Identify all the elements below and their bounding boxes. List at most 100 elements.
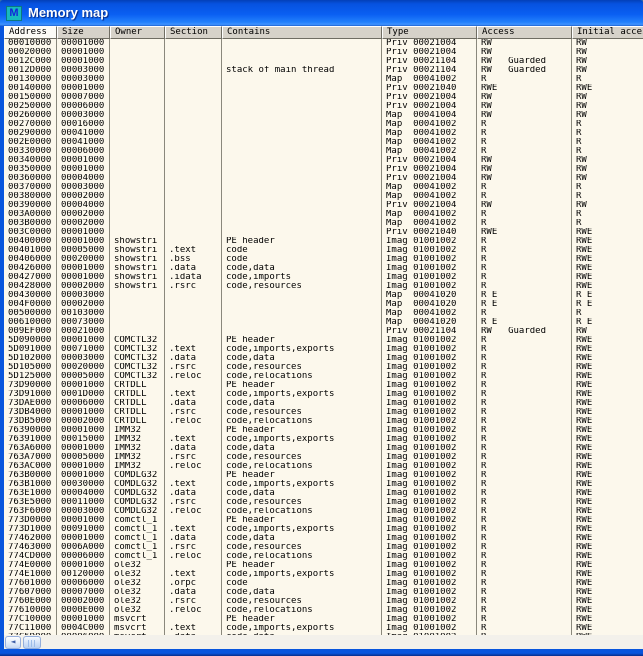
table-row[interactable]: 5D09100000071000COMCTL32.textcode,import…	[4, 345, 643, 354]
cell-owner	[110, 93, 165, 102]
table-row[interactable]: 7760E00000002000ole32.rsrccode,resources…	[4, 597, 643, 606]
cell-owner: COMCTL32	[110, 354, 165, 363]
table-row[interactable]: 0026000000003000Map 00041004RWRW	[4, 111, 643, 120]
column-header-access[interactable]: Access	[477, 26, 572, 39]
cell-owner: comctl_1	[110, 516, 165, 525]
table-row[interactable]: 5D10500000020000COMCTL32.rsrccode,resour…	[4, 363, 643, 372]
table-row[interactable]: 73DAE00000006000CRTDLL.datacode,dataImag…	[4, 399, 643, 408]
table-row[interactable]: 77C110000004C000msvcrt.textcode,imports,…	[4, 624, 643, 633]
table-row[interactable]: 0012C00000001000Priv 00021104RW GuardedR…	[4, 57, 643, 66]
table-row[interactable]: 0043000000003000Map 00041020R ER E	[4, 291, 643, 300]
table-row[interactable]: 763B100000030000COMDLG32.textcode,import…	[4, 480, 643, 489]
cell-owner: comctl_1	[110, 543, 165, 552]
table-row[interactable]: 009EF00000021000Priv 00021104RW GuardedR…	[4, 327, 643, 336]
cell-access: R	[477, 615, 572, 624]
table-row[interactable]: 0035000000001000Priv 00021004RWRW	[4, 165, 643, 174]
cell-owner: ole32	[110, 606, 165, 615]
table-row[interactable]: 73DB400000001000CRTDLL.rsrccode,resource…	[4, 408, 643, 417]
cell-initial-access: RWE	[572, 417, 643, 426]
cell-initial-access: R E	[572, 291, 643, 300]
table-row[interactable]: 0042800000002000showstri.rsrccode,resour…	[4, 282, 643, 291]
table-row[interactable]: 003C000000001000Priv 00021040RWERWE	[4, 228, 643, 237]
cell-initial-access: RWE	[572, 516, 643, 525]
table-row[interactable]: 0036000000004000Priv 00021004RWRW	[4, 174, 643, 183]
table-row[interactable]: 002E000000041000Map 00041002RR	[4, 138, 643, 147]
cell-address: 003B0000	[4, 219, 57, 228]
table-row[interactable]: 73DB500000002000CRTDLL.reloccode,relocat…	[4, 417, 643, 426]
table-row[interactable]: 5D12500000005000COMCTL32.reloccode,reloc…	[4, 372, 643, 381]
table-row[interactable]: 0027000000016000Map 00041002RR	[4, 120, 643, 129]
table-row[interactable]: 0001000000001000Priv 00021004RWRW	[4, 39, 643, 48]
table-row[interactable]: 0015000000007000Priv 00021004RWRW	[4, 93, 643, 102]
table-row[interactable]: 004F000000002000Map 00041020R ER E	[4, 300, 643, 309]
cell-contains: PE header	[222, 426, 382, 435]
scroll-left-button[interactable]: ◄	[5, 636, 21, 649]
cell-access: R	[477, 363, 572, 372]
table-row[interactable]: 7760100000006000ole32.orpccodeImag 01001…	[4, 579, 643, 588]
table-row[interactable]: 7746200000001000comctl_1.datacode,dataIm…	[4, 534, 643, 543]
cell-address: 0012D000	[4, 66, 57, 75]
table-row[interactable]: 0034000000001000Priv 00021004RWRW	[4, 156, 643, 165]
table-row[interactable]: 0037000000003000Map 00041002RR	[4, 183, 643, 192]
table-row[interactable]: 763B000000001000COMDLG32PE headerImag 01…	[4, 471, 643, 480]
cell-initial-access: RWE	[572, 489, 643, 498]
table-row[interactable]: 763AC00000001000IMM32.reloccode,relocati…	[4, 462, 643, 471]
table-row[interactable]: 77C1000000001000msvcrtPE headerImag 0100…	[4, 615, 643, 624]
table-row[interactable]: 763F600000003000COMDLG32.reloccode,reloc…	[4, 507, 643, 516]
table-row[interactable]: 763E100000004000COMDLG32.datacode,dataIm…	[4, 489, 643, 498]
cell-owner: IMM32	[110, 444, 165, 453]
table-row[interactable]: 0029000000041000Map 00041002RR	[4, 129, 643, 138]
table-row[interactable]: 0002000000001000Priv 00021004RWRW	[4, 48, 643, 57]
table-row[interactable]: 003A000000002000Map 00041002RR	[4, 210, 643, 219]
column-header-contains[interactable]: Contains	[222, 26, 382, 39]
table-row[interactable]: 763A700000005000IMM32.rsrccode,resources…	[4, 453, 643, 462]
table-row[interactable]: 774630000006A000comctl_1.rsrccode,resour…	[4, 543, 643, 552]
ollydbg-window-icon[interactable]: M	[6, 6, 22, 21]
table-row[interactable]: 0013000000003000Map 00041002RR	[4, 75, 643, 84]
cell-type: Imag 01001002	[382, 345, 477, 354]
window-titlebar[interactable]: M Memory map	[0, 0, 643, 26]
table-row[interactable]: 0025000000006000Priv 00021004RWRW	[4, 102, 643, 111]
column-header-size[interactable]: Size	[57, 26, 110, 39]
cell-size: 00001000	[57, 48, 110, 57]
table-row[interactable]: 763A600000001000IMM32.datacode,dataImag …	[4, 444, 643, 453]
table-row[interactable]: 773D100000091000comctl_1.textcode,import…	[4, 525, 643, 534]
table-row[interactable]: 0039000000004000Priv 00021004RWRW	[4, 201, 643, 210]
horizontal-scrollbar[interactable]: ◄	[4, 635, 643, 649]
table-row[interactable]: 7639100000015000IMM32.textcode,imports,e…	[4, 435, 643, 444]
table-row[interactable]: 774CD00000006000comctl_1.reloccode,reloc…	[4, 552, 643, 561]
table-row[interactable]: 0012D00000003000stack of main threadPriv…	[4, 66, 643, 75]
cell-initial-access: RW	[572, 57, 643, 66]
column-header-section[interactable]: Section	[165, 26, 222, 39]
table-row[interactable]: 0040600000020000showstri.bsscodeImag 010…	[4, 255, 643, 264]
table-row[interactable]: 7760700000007000ole32.datacode,dataImag …	[4, 588, 643, 597]
table-row[interactable]: 003B000000002000Map 00041002RR	[4, 219, 643, 228]
table-row[interactable]: 0040000000001000showstriPE headerImag 01…	[4, 237, 643, 246]
cell-contains	[222, 138, 382, 147]
table-row[interactable]: 0014000000001000Priv 00021040RWERWE	[4, 84, 643, 93]
cell-type: Map 00041020	[382, 318, 477, 327]
table-row[interactable]: 0042600000001000showstri.datacode,dataIm…	[4, 264, 643, 273]
table-row[interactable]: 73D9000000001000CRTDLLPE headerImag 0100…	[4, 381, 643, 390]
table-row[interactable]: 774E000000001000ole32PE headerImag 01001…	[4, 561, 643, 570]
column-header-initial-access[interactable]: Initial access	[572, 26, 643, 39]
table-row[interactable]: 0033000000006000Map 00041002RR	[4, 147, 643, 156]
table-row[interactable]: 5D10200000003000COMCTL32.datacode,dataIm…	[4, 354, 643, 363]
table-row[interactable]: 0042700000001000showstri.idatacode,impor…	[4, 273, 643, 282]
cell-owner	[110, 192, 165, 201]
table-row[interactable]: 774E100000120000ole32.textcode,imports,e…	[4, 570, 643, 579]
table-row[interactable]: 0050000000103000Map 00041002RR	[4, 309, 643, 318]
table-row[interactable]: 7639000000001000IMM32PE headerImag 01001…	[4, 426, 643, 435]
column-header-owner[interactable]: Owner	[110, 26, 165, 39]
column-header-type[interactable]: Type	[382, 26, 477, 39]
table-row[interactable]: 773D000000001000comctl_1PE headerImag 01…	[4, 516, 643, 525]
table-row[interactable]: 0038000000002000Map 00041002RR	[4, 192, 643, 201]
table-row[interactable]: 73D910000001D000CRTDLL.textcode,imports,…	[4, 390, 643, 399]
table-row[interactable]: 763E500000011000COMDLG32.rsrccode,resour…	[4, 498, 643, 507]
column-header-address[interactable]: Address	[4, 26, 57, 39]
scrollbar-thumb[interactable]	[23, 636, 41, 649]
table-row[interactable]: 0040100000005000showstri.textcodeImag 01…	[4, 246, 643, 255]
table-row[interactable]: 0061000000073000Map 00041020R ER E	[4, 318, 643, 327]
table-row[interactable]: 776100000000E000ole32.reloccode,relocati…	[4, 606, 643, 615]
table-row[interactable]: 5D09000000001000COMCTL32PE headerImag 01…	[4, 336, 643, 345]
